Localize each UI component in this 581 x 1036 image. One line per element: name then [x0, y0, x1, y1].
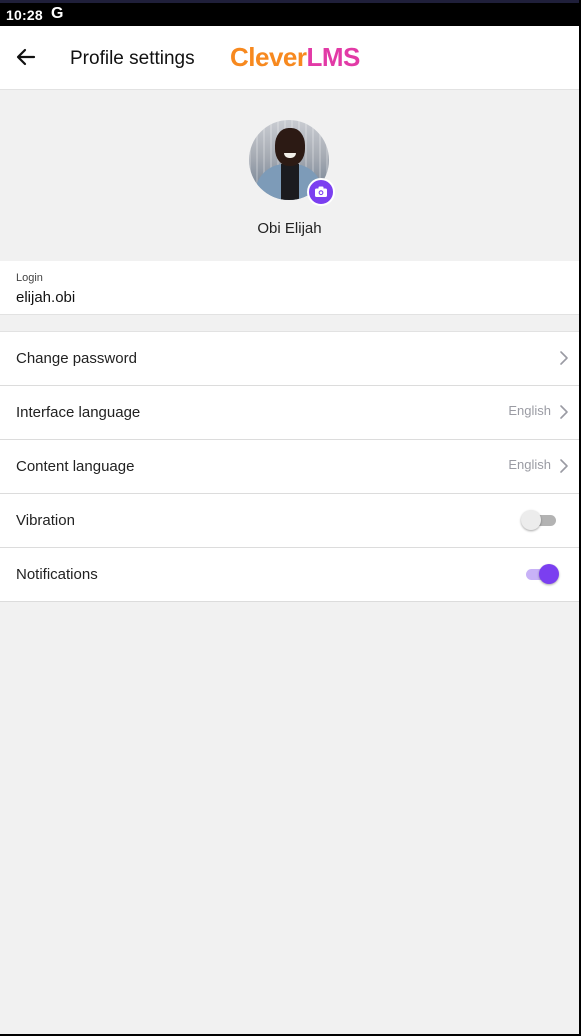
change-password-row[interactable]: Change password: [0, 332, 579, 386]
status-time: 10:28: [6, 7, 43, 23]
interface-language-label: Interface language: [16, 404, 141, 421]
google-icon: G: [51, 5, 64, 22]
content-language-row[interactable]: Content language English: [0, 440, 579, 494]
vibration-row: Vibration: [0, 494, 579, 548]
change-photo-button[interactable]: [307, 178, 335, 206]
change-password-label: Change password: [16, 350, 137, 367]
profile-header: Obi Elijah: [0, 90, 579, 260]
chevron-right-icon: [560, 459, 568, 473]
back-button[interactable]: [12, 42, 42, 72]
page-title: Profile settings: [70, 48, 195, 69]
content-language-label: Content language: [16, 458, 135, 475]
camera-icon: [315, 186, 327, 197]
status-bar: 10:28 G: [0, 0, 579, 26]
back-arrow-icon: [16, 48, 36, 66]
app-screen: 10:28 G Profile settings CleverLMS Obi E…: [0, 0, 579, 1034]
brand-logo: CleverLMS: [230, 42, 360, 73]
chevron-right-icon: [560, 351, 568, 365]
notifications-label: Notifications: [16, 566, 98, 583]
profile-name: Obi Elijah: [257, 220, 322, 237]
notifications-row: Notifications: [0, 548, 579, 602]
login-label: Login: [16, 272, 43, 284]
brand-logo-clever: Clever: [230, 42, 307, 72]
interface-language-value: English: [508, 403, 551, 418]
app-bar: Profile settings CleverLMS: [0, 26, 579, 90]
brand-logo-lms: LMS: [306, 42, 361, 72]
interface-language-row[interactable]: Interface language English: [0, 386, 579, 440]
vibration-label: Vibration: [16, 512, 75, 529]
chevron-right-icon: [560, 405, 568, 419]
status-bar-edge: [0, 0, 579, 3]
content-language-value: English: [508, 457, 551, 472]
settings-list: Change password Interface language Engli…: [0, 331, 579, 602]
vibration-toggle[interactable]: [521, 510, 557, 530]
login-value: elijah.obi: [16, 289, 76, 306]
login-field: Login elijah.obi: [0, 261, 579, 315]
notifications-toggle[interactable]: [523, 564, 559, 584]
